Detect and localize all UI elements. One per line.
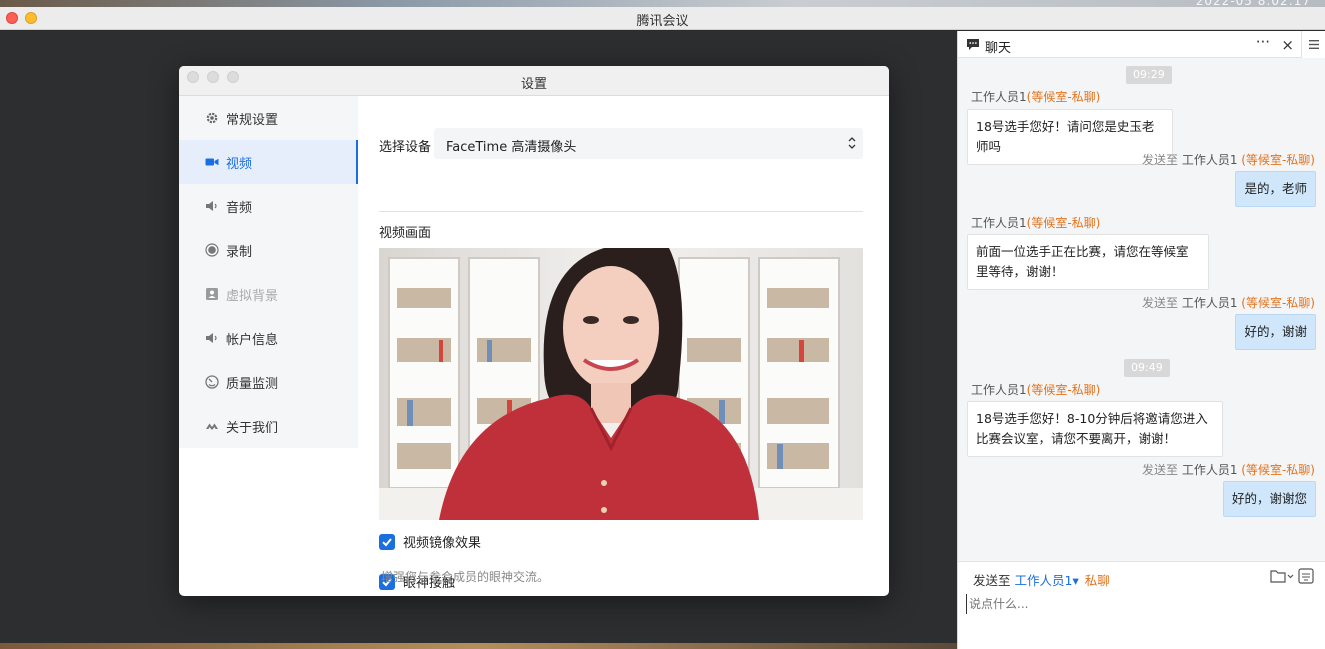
- camera-preview-image: [379, 248, 863, 520]
- nav-item-label: 关于我们: [226, 420, 279, 436]
- message-meta: 发送至 工作人员1 (等候室-私聊): [1141, 463, 1315, 477]
- recipient-dropdown[interactable]: 工作人员1▾: [1015, 573, 1079, 588]
- record-icon: [205, 243, 219, 257]
- window-titlebar: 腾讯会议: [0, 7, 1325, 30]
- chat-message-incoming: 前面一位选手正在比赛，请您在等候室里等待，谢谢！: [967, 234, 1209, 290]
- gauge-icon: [205, 375, 219, 389]
- private-chat-tag: 私聊: [1084, 573, 1110, 588]
- nav-item-recording[interactable]: 录制: [179, 228, 358, 272]
- nav-item-general[interactable]: 常规设置: [179, 96, 358, 140]
- settings-dialog-title: 设置: [520, 77, 547, 92]
- chevron-updown-icon: [848, 137, 856, 149]
- nav-item-label: 质量监测: [226, 376, 279, 392]
- camera-select-value: FaceTime 高清摄像头: [446, 140, 577, 155]
- camera-preview: [379, 248, 863, 520]
- message-meta: 工作人员1(等候室-私聊): [971, 383, 1101, 397]
- chat-bubble-icon: [967, 39, 979, 50]
- mirror-checkbox-row[interactable]: 视频镜像效果: [379, 532, 481, 551]
- folder-icon[interactable]: [1270, 569, 1294, 583]
- video-settings-panel: 选择设备 FaceTime 高清摄像头 视频画面 视频镜像效果 眼神接触 增强您…: [379, 96, 863, 596]
- device-label: 选择设备: [379, 140, 432, 155]
- meeting-bottom-strip: [0, 643, 957, 649]
- nav-item-about[interactable]: 关于我们: [179, 404, 358, 448]
- mirror-checkbox[interactable]: [379, 533, 395, 550]
- divider: [379, 211, 863, 212]
- hamburger-menu-icon[interactable]: [1301, 31, 1325, 58]
- nav-item-audio[interactable]: 音频: [179, 184, 358, 228]
- time-divider: 09:49: [1124, 359, 1170, 377]
- time-divider: 09:29: [1126, 66, 1172, 84]
- chat-message-outgoing: 好的，谢谢您: [1222, 481, 1316, 517]
- window-title: 腾讯会议: [636, 14, 689, 29]
- check-icon: [382, 537, 392, 546]
- settings-dialog-header: 设置: [179, 66, 889, 96]
- nav-item-video[interactable]: 视频: [179, 140, 358, 184]
- chat-message-incoming: 18号选手您好！8-10分钟后将邀请您进入比赛会议室，请您不要离开，谢谢！: [967, 401, 1223, 457]
- gear-icon: [205, 111, 219, 125]
- preview-label: 视频画面: [379, 226, 432, 241]
- nav-item-label: 视频: [226, 156, 253, 172]
- message-meta: 发送至 工作人员1 (等候室-私聊): [1141, 296, 1315, 310]
- chat-message-outgoing: 是的，老师: [1235, 171, 1316, 207]
- logo-icon: [205, 419, 219, 433]
- chat-message-outgoing: 好的，谢谢: [1235, 314, 1316, 350]
- nav-item-label: 常规设置: [226, 112, 279, 128]
- camera-select[interactable]: FaceTime 高清摄像头: [434, 128, 863, 159]
- chat-message-input[interactable]: [966, 594, 1266, 614]
- message-meta: 工作人员1(等候室-私聊): [971, 90, 1101, 104]
- send-to-selector: 发送至 工作人员1▾ 私聊: [973, 573, 1110, 588]
- mirror-label: 视频镜像效果: [403, 536, 482, 551]
- nav-item-virtual-background[interactable]: 虚拟背景: [179, 272, 358, 316]
- speaker-icon: [205, 199, 219, 213]
- composer-tools: [1270, 568, 1314, 584]
- chat-panel: 聊天 ··· × 09:29 工作人员1(等候室-私聊) 18号选手您好！请问您…: [957, 31, 1325, 649]
- speaker-icon: [205, 331, 219, 345]
- nav-item-label: 音频: [226, 200, 253, 216]
- nav-item-label: 虚拟背景: [226, 288, 279, 304]
- nav-item-label: 录制: [226, 244, 253, 260]
- chat-title: 聊天: [985, 41, 1012, 56]
- device-row: 选择设备 FaceTime 高清摄像头: [379, 128, 863, 160]
- nav-item-account[interactable]: 帐户信息: [179, 316, 358, 360]
- settings-dialog: 设置 常规设置 视频 音频 录制 虚拟背景 帐户信息 质量监测 关于我们 选择设…: [179, 66, 889, 596]
- announcement-icon[interactable]: [1298, 568, 1314, 584]
- nav-item-quality[interactable]: 质量监测: [179, 360, 358, 404]
- camera-icon: [205, 155, 219, 169]
- close-chat-icon[interactable]: ×: [1281, 36, 1294, 54]
- more-options-icon[interactable]: ···: [1256, 33, 1270, 51]
- chat-composer: 发送至 工作人员1▾ 私聊: [958, 561, 1325, 649]
- chat-header: 聊天 ··· ×: [958, 31, 1302, 58]
- nav-item-label: 帐户信息: [226, 332, 279, 348]
- message-meta: 工作人员1(等候室-私聊): [971, 216, 1101, 230]
- eye-contact-hint: 增强您与参会成员的眼神交流。: [381, 570, 550, 584]
- message-meta: 发送至 工作人员1 (等候室-私聊): [1141, 153, 1315, 167]
- portrait-icon: [205, 287, 219, 301]
- desktop-background: 2022-05 8:02:17: [0, 0, 1325, 8]
- settings-nav: 常规设置 视频 音频 录制 虚拟背景 帐户信息 质量监测 关于我们: [179, 96, 358, 448]
